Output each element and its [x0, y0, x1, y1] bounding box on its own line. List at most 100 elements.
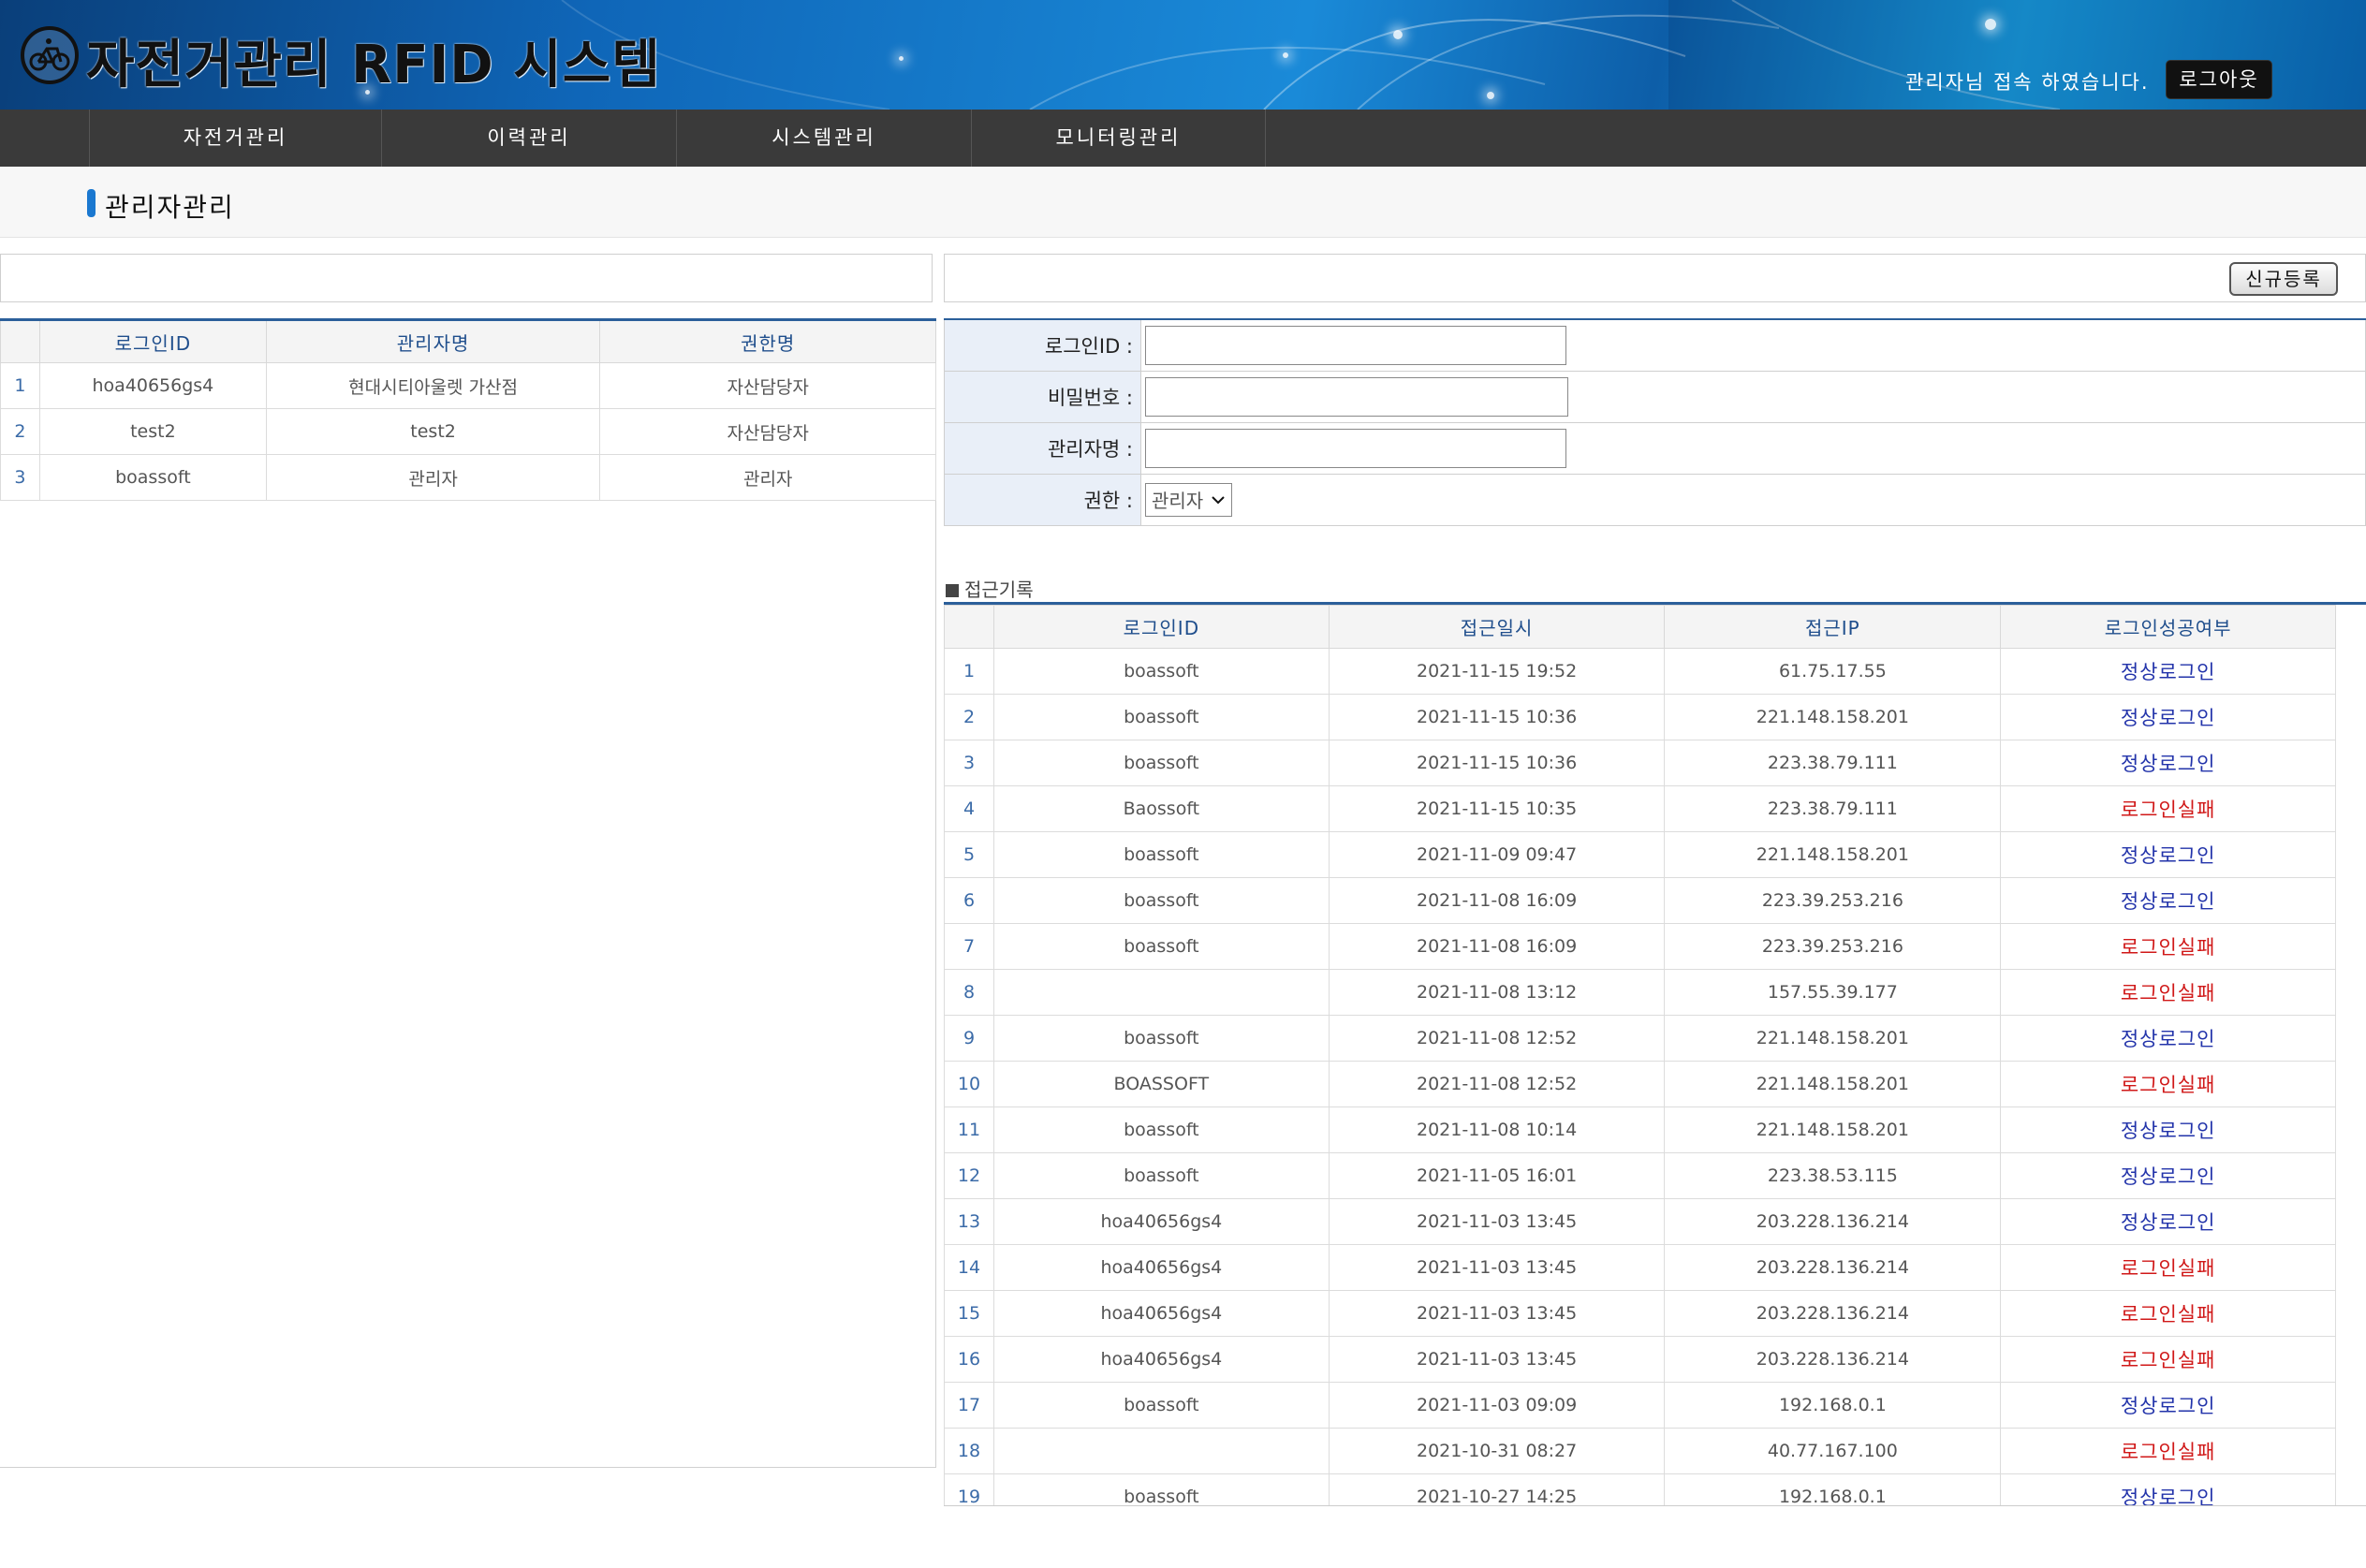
col-role-name[interactable]: 권한명 [599, 319, 936, 363]
col-no [944, 605, 994, 649]
table-row[interactable]: 10 BOASSOFT 2021-11-08 12:52 221.148.158.20… [944, 1061, 2336, 1107]
square-bullet-icon [946, 584, 959, 597]
access-log-panel[interactable]: 로그인ID 접근일시 접근IP 로그인성공여부 1 boassoft 2021-11… [944, 602, 2366, 1506]
login-id-cell: boassoft [992, 1106, 1330, 1153]
table-row[interactable]: 11 boassoft 2021-11-08 10:14 221.148.158.20… [944, 1106, 2336, 1153]
new-register-button[interactable]: 신규등록 [2229, 262, 2338, 296]
access-time-cell: 2021-11-08 13:12 [1328, 969, 1666, 1016]
logout-button[interactable]: 로그아웃 [2166, 60, 2272, 99]
row-number: 10 [944, 1061, 994, 1107]
table-row[interactable]: 14 hoa40656gs4 2021-11-03 13:45 203.228.136… [944, 1244, 2336, 1291]
table-header-row: 로그인ID 접근일시 접근IP 로그인성공여부 [944, 605, 2336, 649]
login-id-cell: hoa40656gs4 [992, 1198, 1330, 1245]
nav-item-monitoring-management[interactable]: 모니터링관리 [971, 110, 1266, 167]
row-number: 2 [944, 694, 994, 740]
admin-table: 로그인ID 관리자명 권한명 1 hoa40656gs4 현대시티아울렛 가산점… [0, 318, 936, 501]
access-time-cell: 2021-11-15 19:52 [1328, 648, 1666, 695]
role-label: 권한 : [944, 473, 1141, 526]
nav-item-bicycle-management[interactable]: 자전거관리 [89, 110, 381, 167]
login-id-cell: boassoft [992, 1473, 1330, 1505]
table-row[interactable]: 9 boassoft 2021-11-08 12:52 221.148.158.201… [944, 1015, 2336, 1062]
nav-item-history-management[interactable]: 이력관리 [381, 110, 676, 167]
access-time-cell: 2021-11-05 16:01 [1328, 1152, 1666, 1199]
access-ip-cell: 192.168.0.1 [1664, 1473, 2002, 1505]
table-row[interactable]: 1 hoa40656gs4 현대시티아울렛 가산점 자산담당자 [0, 362, 936, 409]
login-result-cell: 정상로그인 [2000, 1382, 2336, 1429]
login-id-input[interactable] [1145, 325, 1566, 365]
table-row[interactable]: 3 boassoft 관리자 관리자 [0, 454, 936, 501]
manager-name-label: 관리자명 : [944, 421, 1141, 475]
access-time-cell: 2021-10-31 08:27 [1328, 1428, 1666, 1474]
access-time-cell: 2021-11-15 10:36 [1328, 740, 1666, 786]
table-row[interactable]: 17 boassoft 2021-11-03 09:09 192.168.0.1 정상로… [944, 1382, 2336, 1429]
login-id-cell: BOASSOFT [992, 1061, 1330, 1107]
col-login-id[interactable]: 로그인ID [992, 605, 1330, 649]
table-row[interactable]: 2 test2 test2 자산담당자 [0, 408, 936, 455]
login-result-cell: 정상로그인 [2000, 1152, 2336, 1199]
access-ip-cell: 221.148.158.201 [1664, 831, 2002, 878]
table-row[interactable]: 3 boassoft 2021-11-15 10:36 223.38.79.111 정상… [944, 740, 2336, 786]
login-id-cell: hoa40656gs4 [38, 362, 267, 409]
access-time-cell: 2021-11-03 13:45 [1328, 1198, 1666, 1245]
col-access-time[interactable]: 접근일시 [1328, 605, 1666, 649]
access-time-cell: 2021-11-08 10:14 [1328, 1106, 1666, 1153]
access-time-cell: 2021-10-27 14:25 [1328, 1473, 1666, 1505]
role-select-value: 관리자 [1152, 490, 1204, 512]
col-manager-name[interactable]: 관리자명 [265, 319, 601, 363]
login-id-cell [992, 969, 1330, 1016]
col-access-ip[interactable]: 접근IP [1664, 605, 2002, 649]
login-result-cell: 로그인실패 [2000, 1428, 2336, 1474]
form-row-role: 권한 : 관리자 [944, 473, 2366, 526]
access-ip-cell: 221.148.158.201 [1664, 694, 2002, 740]
main-nav: 자전거관리 이력관리 시스템관리 모니터링관리 [0, 110, 2366, 167]
role-select[interactable]: 관리자 [1145, 482, 1233, 517]
table-row[interactable]: 15 hoa40656gs4 2021-11-03 13:45 203.228.136… [944, 1290, 2336, 1337]
table-row[interactable]: 1 boassoft 2021-11-15 19:52 61.75.17.55 정상로그… [944, 648, 2336, 695]
bicycle-icon [21, 26, 79, 84]
access-ip-cell: 192.168.0.1 [1664, 1382, 2002, 1429]
col-login-id[interactable]: 로그인ID [38, 319, 267, 363]
left-toolbar [0, 254, 933, 302]
access-ip-cell: 223.39.253.216 [1664, 877, 2002, 924]
login-id-cell: test2 [38, 408, 267, 455]
table-row[interactable]: 6 boassoft 2021-11-08 16:09 223.39.253.216 정… [944, 877, 2336, 924]
login-id-cell: boassoft [992, 694, 1330, 740]
table-row[interactable]: 5 boassoft 2021-11-09 09:47 221.148.158.201… [944, 831, 2336, 878]
table-row[interactable]: 19 boassoft 2021-10-27 14:25 192.168.0.1 정상로… [944, 1473, 2336, 1505]
table-row[interactable]: 12 boassoft 2021-11-05 16:01 223.38.53.115 정… [944, 1152, 2336, 1199]
login-id-cell: hoa40656gs4 [992, 1244, 1330, 1291]
access-time-cell: 2021-11-15 10:35 [1328, 785, 1666, 832]
access-ip-cell: 203.228.136.214 [1664, 1198, 2002, 1245]
table-row[interactable]: 13 hoa40656gs4 2021-11-03 13:45 203.228.136… [944, 1198, 2336, 1245]
login-result-cell: 정상로그인 [2000, 1198, 2336, 1245]
table-row[interactable]: 7 boassoft 2021-11-08 16:09 223.39.253.216 로… [944, 923, 2336, 970]
form-row-password: 비밀번호 : [944, 370, 2366, 423]
table-row[interactable]: 4 Baossoft 2021-11-15 10:35 223.38.79.111 로그… [944, 785, 2336, 832]
access-time-cell: 2021-11-15 10:36 [1328, 694, 1666, 740]
table-row[interactable]: 2 boassoft 2021-11-15 10:36 221.148.158.201… [944, 694, 2336, 740]
nav-item-system-management[interactable]: 시스템관리 [676, 110, 971, 167]
login-result-cell: 로그인실패 [2000, 785, 2336, 832]
row-number: 1 [0, 362, 40, 409]
password-input[interactable] [1145, 376, 1568, 417]
table-row[interactable]: 16 hoa40656gs4 2021-11-03 13:45 203.228.136… [944, 1336, 2336, 1383]
role-cell: 자산담당자 [599, 408, 936, 455]
row-number: 18 [944, 1428, 994, 1474]
login-result-cell: 정상로그인 [2000, 1473, 2336, 1505]
access-ip-cell: 203.228.136.214 [1664, 1336, 2002, 1383]
row-number: 9 [944, 1015, 994, 1062]
col-login-result[interactable]: 로그인성공여부 [2000, 605, 2336, 649]
row-number: 19 [944, 1473, 994, 1505]
login-result-cell: 정상로그인 [2000, 740, 2336, 786]
row-number: 8 [944, 969, 994, 1016]
manager-name-input[interactable] [1145, 428, 1566, 468]
table-row[interactable]: 8 2021-11-08 13:12 157.55.39.177 로그인실패 [944, 969, 2336, 1016]
login-id-cell: boassoft [992, 831, 1330, 878]
row-number: 11 [944, 1106, 994, 1153]
table-row[interactable]: 18 2021-10-31 08:27 40.77.167.100 로그인실패 [944, 1428, 2336, 1474]
role-cell: 관리자 [599, 454, 936, 501]
login-id-cell: boassoft [992, 1015, 1330, 1062]
password-label: 비밀번호 : [944, 370, 1141, 423]
access-ip-cell: 221.148.158.201 [1664, 1106, 2002, 1153]
row-number: 2 [0, 408, 40, 455]
